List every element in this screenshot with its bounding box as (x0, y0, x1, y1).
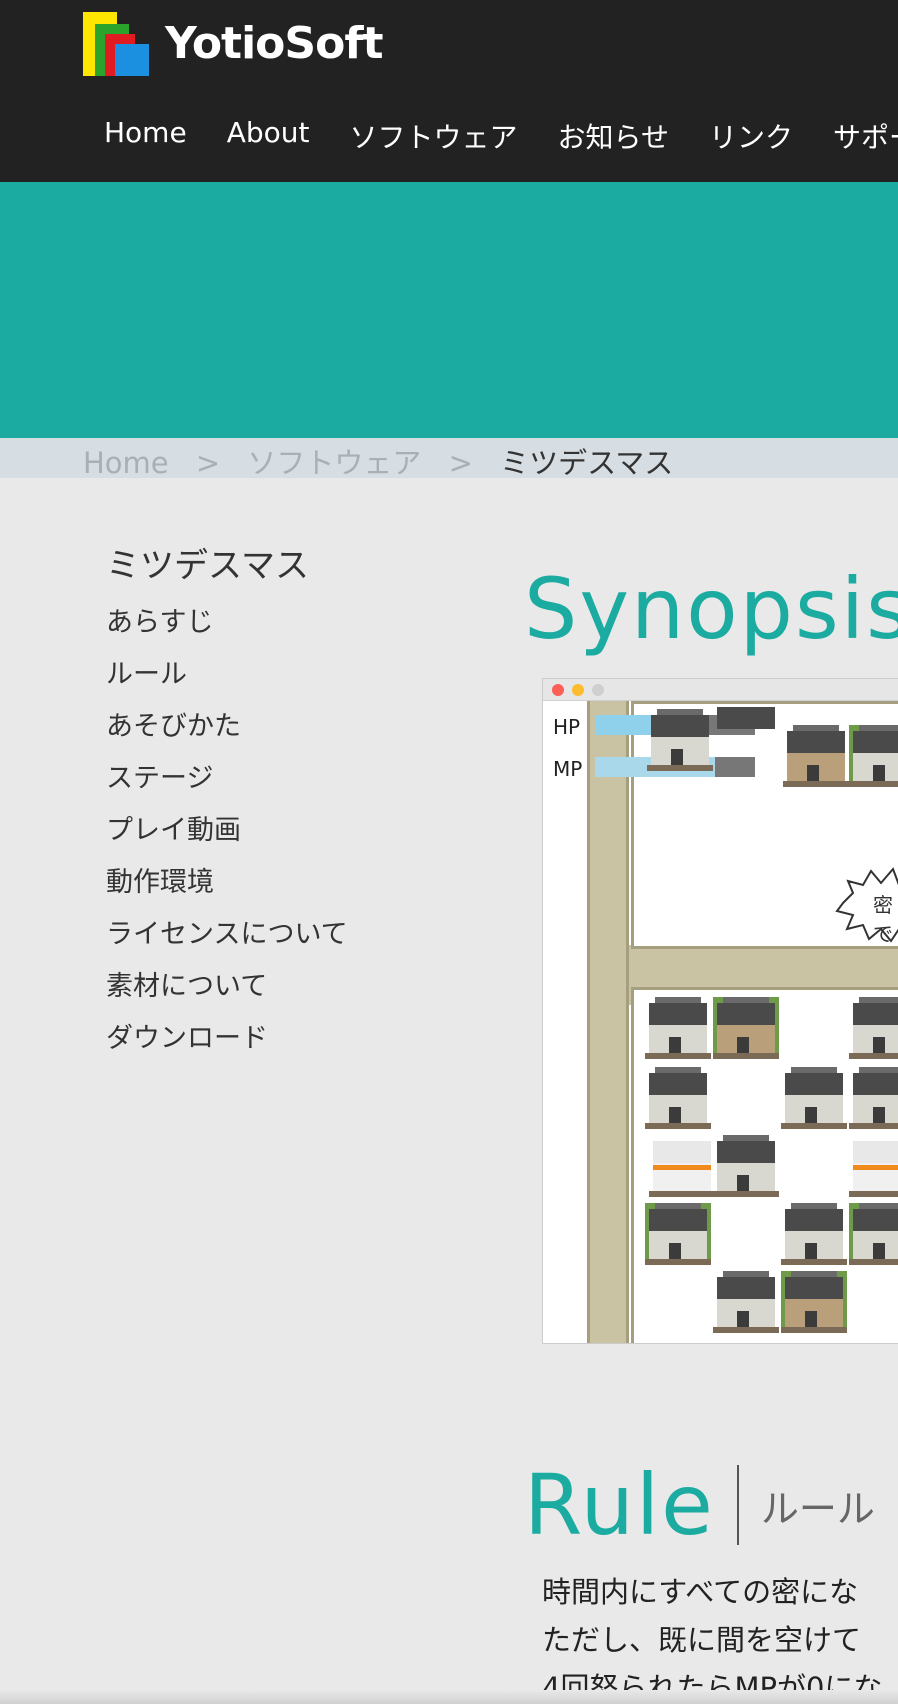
house-sprite (647, 709, 713, 771)
nav-home[interactable]: Home (104, 116, 187, 156)
yotiosoft-logo-icon[interactable] (83, 12, 149, 76)
shop-sprite (849, 1135, 898, 1197)
shop-sprite (649, 1135, 715, 1197)
house-sprite (645, 1203, 711, 1265)
breadcrumb: Home > ソフトウェア > ミツデスマス (0, 438, 898, 480)
rule-title: Rule (524, 1456, 715, 1554)
nav-software[interactable]: ソフトウェア (349, 116, 517, 156)
nav-support[interactable]: サポー (833, 116, 898, 156)
speech-bubble-text: 密で (873, 893, 893, 946)
zoom-dot-icon (592, 684, 604, 696)
rule-line: ただし、既に間を空けて (542, 1623, 862, 1657)
house-sprite (781, 1271, 847, 1333)
site-header: YotioSoft Home About ソフトウェア お知らせ リンク サポー (0, 0, 898, 182)
sidebar-item-synopsis[interactable]: あらすじ (106, 607, 436, 659)
house-sprite (849, 1067, 898, 1129)
sidebar-item-howto[interactable]: あそびかた (106, 711, 436, 763)
sidebar-item-download[interactable]: ダウンロード (106, 1023, 436, 1075)
page-bottom-shadow (0, 1690, 898, 1704)
brand-name[interactable]: YotioSoft (165, 18, 383, 69)
house-sprite (849, 725, 898, 787)
rule-subtitle: ルール (760, 1486, 875, 1531)
house-sprite (781, 1067, 847, 1129)
sidebar-title: ミツデスマス (106, 546, 309, 586)
house-sprite (645, 997, 711, 1059)
sidebar-item-license[interactable]: ライセンスについて (106, 919, 436, 971)
nav-about[interactable]: About (227, 116, 310, 156)
breadcrumb-separator: > (195, 446, 221, 480)
logo-blue-square (115, 44, 149, 76)
game-screenshot: HP MP 密で (542, 678, 898, 1344)
heading-divider (736, 1465, 739, 1545)
road-vertical (587, 701, 629, 1343)
breadcrumb-software[interactable]: ソフトウェア (247, 446, 421, 480)
sidebar-item-rule[interactable]: ルール (106, 659, 436, 711)
house-sprite (713, 997, 779, 1059)
main-nav: Home About ソフトウェア お知らせ リンク サポー (104, 116, 898, 156)
house-sprite (713, 1135, 779, 1197)
rule-heading: Rule ルール (524, 1456, 875, 1554)
breadcrumb-separator: > (448, 446, 473, 480)
house-sprite (849, 997, 898, 1059)
house-sprite (645, 1067, 711, 1129)
house-sprite (783, 725, 849, 787)
sidebar: ミツデスマス あらすじ ルール あそびかた ステージ プレイ動画 動作環境 ライ… (106, 538, 436, 1075)
sidebar-item-materials[interactable]: 素材について (106, 971, 436, 1023)
window-titlebar (543, 679, 898, 701)
house-sprite (849, 1203, 898, 1265)
house-sprite (781, 1203, 847, 1265)
hp-label: HP (553, 715, 581, 739)
sidebar-item-video[interactable]: プレイ動画 (106, 815, 436, 867)
close-dot-icon (552, 684, 564, 696)
minimize-dot-icon (572, 684, 584, 696)
sidebar-item-stage[interactable]: ステージ (106, 763, 436, 815)
sidebar-item-environment[interactable]: 動作環境 (106, 867, 436, 919)
hud-panel (543, 701, 587, 1343)
breadcrumb-current: ミツデスマス (500, 446, 674, 480)
nav-links[interactable]: リンク (709, 116, 793, 156)
rule-line: 時間内にすべての密にな (542, 1575, 859, 1609)
house-sprite (713, 1271, 779, 1333)
nav-news[interactable]: お知らせ (558, 116, 669, 156)
mp-label: MP (553, 757, 583, 781)
house-sprite (713, 701, 779, 729)
synopsis-title: Synopsis (524, 560, 898, 658)
synopsis-heading: Synopsis (524, 560, 898, 658)
hero-banner (0, 182, 898, 438)
rule-text: 時間内にすべての密にな ただし、既に間を空けて 4回怒られたらMPが0にな (542, 1568, 898, 1704)
breadcrumb-home[interactable]: Home (83, 446, 169, 480)
sidebar-menu: あらすじ ルール あそびかた ステージ プレイ動画 動作環境 ライセンスについて… (106, 607, 436, 1075)
